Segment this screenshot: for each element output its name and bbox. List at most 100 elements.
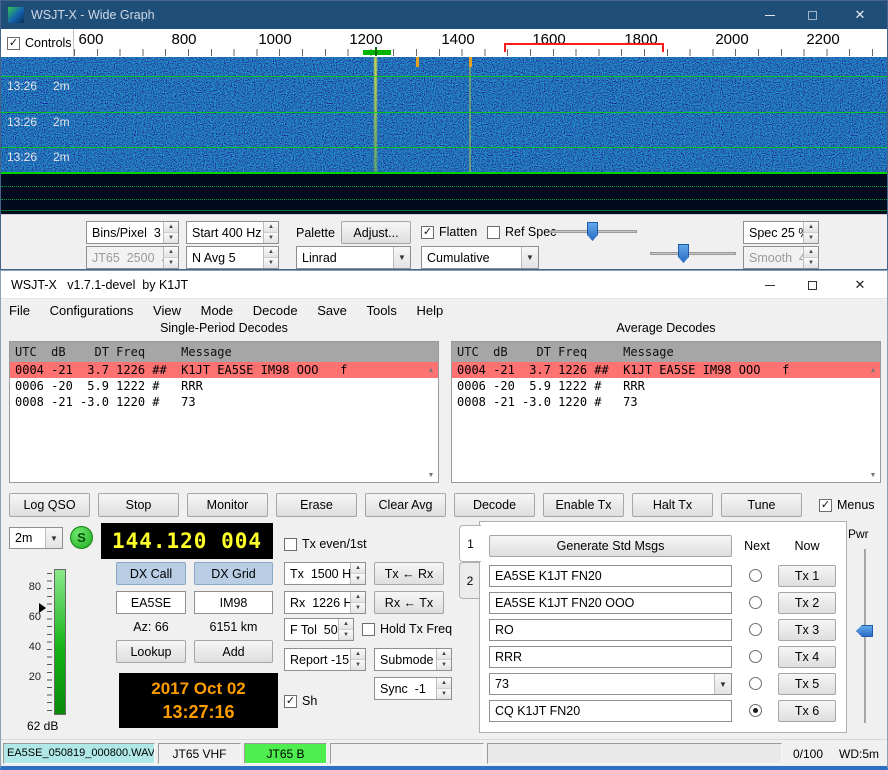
spin-arrows-icon[interactable]: ▲▼ <box>803 222 818 243</box>
spin-arrows-icon[interactable]: ▲▼ <box>350 592 365 613</box>
controls-checkbox[interactable]: Controls <box>7 36 72 50</box>
tx1-next-radio[interactable] <box>749 569 762 582</box>
frequency-scale[interactable]: Controls 600 800 1000 1200 1400 1600 180… <box>1 29 887 57</box>
spin-arrows-icon[interactable]: ▲▼ <box>338 619 353 640</box>
enable-tx-button[interactable]: Enable Tx <box>543 493 624 517</box>
slider-handle[interactable] <box>678 244 689 263</box>
tx6-message-field[interactable]: CQ K1JT FN20 <box>489 700 732 722</box>
waterfall-zero-slider[interactable] <box>648 243 738 265</box>
dx-call-field[interactable]: EA5SE <box>116 591 186 614</box>
ref-spec-checkbox[interactable]: Ref Spec <box>487 225 556 239</box>
spectrum-mode-select[interactable]: Cumulative ▼ <box>421 246 539 269</box>
dx-call-button[interactable]: DX Call <box>116 562 186 585</box>
spec-percent-spinner[interactable]: Spec 25 % ▲▼ <box>743 221 819 244</box>
tab-1[interactable]: 1 <box>459 525 481 562</box>
smooth-spinner[interactable]: Smooth 4 ▲▼ <box>743 246 819 269</box>
menu-tools[interactable]: Tools <box>358 299 404 322</box>
close-icon[interactable]: ✕ <box>833 1 887 29</box>
tx3-message-field[interactable]: RO <box>489 619 732 641</box>
start-freq-spinner[interactable]: Start 400 Hz ▲▼ <box>186 221 279 244</box>
rig-status-indicator[interactable]: S <box>70 526 93 549</box>
lookup-button[interactable]: Lookup <box>116 640 186 663</box>
sync-spinner[interactable]: Sync -1 ▲▼ <box>374 677 452 700</box>
checkbox-icon[interactable] <box>362 623 375 636</box>
waterfall[interactable]: 13:26 2m 13:26 2m 13:26 2m <box>1 57 887 172</box>
checkbox-icon[interactable] <box>421 226 434 239</box>
halt-tx-button[interactable]: Halt Tx <box>632 493 713 517</box>
adjust-button[interactable]: Adjust... <box>341 221 411 244</box>
menus-checkbox[interactable]: Menus <box>819 498 875 512</box>
minimize-icon[interactable] <box>749 271 791 299</box>
decode-row[interactable]: 0004 -21 3.7 1226 ## K1JT EA5SE IM98 OOO… <box>452 362 880 378</box>
menu-file[interactable]: File <box>1 299 38 322</box>
spin-arrows-icon[interactable]: ▲▼ <box>350 563 365 584</box>
decode-button[interactable]: Decode <box>454 493 535 517</box>
checkbox-icon[interactable] <box>7 37 20 50</box>
tx2-now-button[interactable]: Tx 2 <box>778 592 836 614</box>
tx5-message-select[interactable]: 73 ▼ <box>489 673 732 695</box>
tune-button[interactable]: Tune <box>721 493 802 517</box>
chevron-down-icon[interactable]: ▼ <box>45 528 62 548</box>
main-titlebar[interactable]: WSJT-X v1.7.1-devel by K1JT ✕ <box>1 271 887 299</box>
menu-configurations[interactable]: Configurations <box>42 299 142 322</box>
stop-button[interactable]: Stop <box>98 493 179 517</box>
pwr-slider-handle[interactable] <box>856 625 873 637</box>
checkbox-icon[interactable] <box>819 499 832 512</box>
hold-tx-freq-checkbox[interactable]: Hold Tx Freq <box>362 622 452 636</box>
spin-arrows-icon[interactable]: ▲▼ <box>436 649 451 670</box>
menu-view[interactable]: View <box>145 299 189 322</box>
tx1-message-field[interactable]: EA5SE K1JT FN20 <box>489 565 732 587</box>
add-button[interactable]: Add <box>194 640 273 663</box>
rx-freq-spinner[interactable]: Rx 1226 Hz ▲▼ <box>284 591 366 614</box>
chevron-down-icon[interactable]: ▼ <box>714 674 731 694</box>
tx1-now-button[interactable]: Tx 1 <box>778 565 836 587</box>
chevron-down-icon[interactable]: ▼ <box>393 247 410 268</box>
maximize-icon[interactable] <box>791 1 833 29</box>
wide-graph-titlebar[interactable]: WSJT-X - Wide Graph ✕ <box>1 1 887 29</box>
tx2-message-field[interactable]: EA5SE K1JT FN20 OOO <box>489 592 732 614</box>
scroll-up-icon[interactable]: ▲ <box>867 364 879 376</box>
generate-std-msgs-button[interactable]: Generate Std Msgs <box>489 535 732 557</box>
menu-decode[interactable]: Decode <box>245 299 306 322</box>
minimize-icon[interactable] <box>749 1 791 29</box>
n-avg-spinner[interactable]: N Avg 5 ▲▼ <box>186 246 279 269</box>
decode-row[interactable]: 0004 -21 3.7 1226 ## K1JT EA5SE IM98 OOO… <box>10 362 438 378</box>
tx5-next-radio[interactable] <box>749 677 762 690</box>
f-tol-spinner[interactable]: F Tol 50 ▲▼ <box>284 618 354 641</box>
decode-row[interactable]: 0008 -21 -3.0 1220 # 73 <box>10 394 438 410</box>
checkbox-icon[interactable] <box>284 695 297 708</box>
decode-row[interactable]: 0006 -20 5.9 1222 # RRR <box>452 378 880 394</box>
palette-select[interactable]: Linrad ▼ <box>296 246 411 269</box>
pwr-slider[interactable] <box>855 547 875 725</box>
spin-arrows-icon[interactable]: ▲▼ <box>350 649 365 670</box>
sh-checkbox[interactable]: Sh <box>284 694 317 708</box>
tx-even-checkbox[interactable]: Tx even/1st <box>284 537 367 551</box>
tx3-next-radio[interactable] <box>749 623 762 636</box>
dx-grid-button[interactable]: DX Grid <box>194 562 273 585</box>
log-qso-button[interactable]: Log QSO <box>9 493 90 517</box>
checkbox-icon[interactable] <box>487 226 500 239</box>
tx2-next-radio[interactable] <box>749 596 762 609</box>
tx6-now-button[interactable]: Tx 6 <box>778 700 836 722</box>
tab-2[interactable]: 2 <box>459 562 480 599</box>
tx-from-rx-button[interactable]: Tx ← Rx <box>374 562 444 585</box>
slider-handle[interactable] <box>587 222 598 241</box>
clear-avg-button[interactable]: Clear Avg <box>365 493 446 517</box>
tx-freq-spinner[interactable]: Tx 1500 Hz ▲▼ <box>284 562 366 585</box>
menu-mode[interactable]: Mode <box>193 299 242 322</box>
close-icon[interactable]: ✕ <box>833 271 887 299</box>
erase-button[interactable]: Erase <box>276 493 357 517</box>
spin-arrows-icon[interactable]: ▲▼ <box>163 222 178 243</box>
tx5-now-button[interactable]: Tx 5 <box>778 673 836 695</box>
bins-pixel-spinner[interactable]: Bins/Pixel 3 ▲▼ <box>86 221 179 244</box>
scroll-down-icon[interactable]: ▼ <box>867 469 879 481</box>
scroll-up-icon[interactable]: ▲ <box>425 364 437 376</box>
submode-spinner[interactable]: Submode B ▲▼ <box>374 648 452 671</box>
monitor-button[interactable]: Monitor <box>187 493 268 517</box>
tx4-now-button[interactable]: Tx 4 <box>778 646 836 668</box>
tx4-next-radio[interactable] <box>749 650 762 663</box>
decode-row[interactable]: 0008 -21 -3.0 1220 # 73 <box>452 394 880 410</box>
jt65-jt9-split-spinner[interactable]: JT65 2500 JT9 ▲▼ <box>86 246 179 269</box>
report-spinner[interactable]: Report -15 ▲▼ <box>284 648 366 671</box>
menu-save[interactable]: Save <box>309 299 355 322</box>
